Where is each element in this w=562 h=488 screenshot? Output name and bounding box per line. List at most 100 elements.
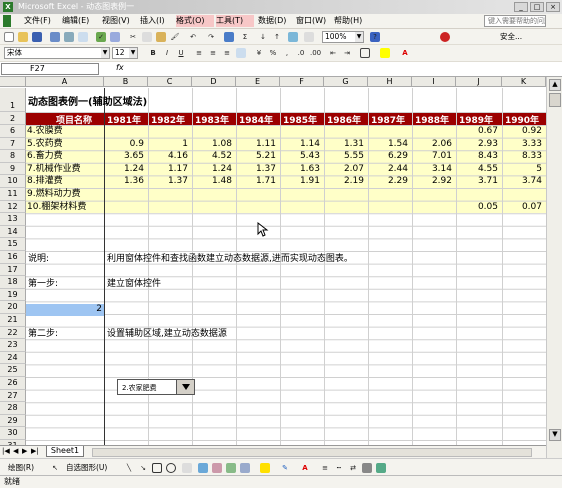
picture-icon[interactable] [240, 463, 250, 473]
value-cell[interactable]: 2.29 [368, 176, 408, 187]
item-name-cell[interactable]: 4.农膜费 [27, 126, 63, 137]
italic-button[interactable]: I [162, 48, 172, 58]
redo-icon[interactable]: ↷ [206, 32, 216, 42]
value-cell[interactable]: 4.55 [456, 164, 498, 175]
value-cell[interactable]: 1.24 [192, 164, 232, 175]
row-header[interactable]: 29 [0, 414, 26, 428]
col-header-f[interactable]: F [280, 77, 324, 87]
line-color-icon[interactable]: ✎ [280, 463, 290, 473]
help-search-input[interactable]: 键入需要帮助的问题 [484, 15, 546, 27]
autosum-icon[interactable]: Σ [240, 32, 250, 42]
value-cell[interactable]: 5.55 [324, 151, 364, 162]
value-cell[interactable]: 5.21 [236, 151, 276, 162]
item-name-cell[interactable]: 8.排灌费 [27, 176, 63, 187]
col-header-a[interactable]: A [26, 77, 104, 87]
menu-insert[interactable]: 插入(I) [140, 15, 165, 27]
horizontal-scrollbar[interactable] [92, 448, 532, 457]
value-cell[interactable]: 1.17 [148, 164, 188, 175]
col-header-b[interactable]: B [104, 77, 148, 87]
menu-window[interactable]: 窗口(W) [296, 15, 326, 27]
first-sheet-icon[interactable]: |◀ [2, 447, 10, 455]
row-header[interactable]: 1 [0, 88, 26, 112]
row-header[interactable]: 12 [0, 200, 26, 214]
col-header-k[interactable]: K [502, 77, 546, 87]
row-header[interactable]: 11 [0, 188, 26, 201]
fx-icon[interactable]: fx [116, 63, 124, 72]
align-right-icon[interactable]: ≡ [222, 48, 232, 58]
fill-color-icon[interactable] [260, 463, 270, 473]
save-icon[interactable] [32, 32, 42, 42]
value-cell[interactable]: 0.07 [502, 202, 542, 213]
value-cell[interactable]: 1.14 [280, 139, 320, 150]
value-cell[interactable]: 0.05 [456, 202, 498, 213]
align-left-icon[interactable]: ≡ [194, 48, 204, 58]
row-header[interactable]: 16 [0, 251, 26, 264]
item-dropdown[interactable]: 2.农家肥费 [117, 379, 195, 395]
prev-sheet-icon[interactable]: ◀ [13, 447, 18, 455]
row-header[interactable]: 7 [0, 137, 26, 151]
value-cell[interactable]: 8.33 [502, 151, 542, 162]
row-header[interactable]: 28 [0, 402, 26, 415]
value-cell[interactable]: 1.36 [104, 176, 144, 187]
chart-wizard-icon[interactable] [288, 32, 298, 42]
draw-menu-button[interactable]: 绘图(R) [8, 462, 34, 474]
value-cell[interactable]: 7.01 [412, 151, 452, 162]
stop-icon[interactable] [440, 32, 450, 42]
dash-style-icon[interactable]: ┅ [334, 463, 344, 473]
value-cell[interactable]: 1.48 [192, 176, 232, 187]
value-cell[interactable]: 3.33 [502, 139, 542, 150]
select-all-corner[interactable] [0, 77, 26, 87]
percent-icon[interactable]: % [268, 48, 278, 58]
format-painter-icon[interactable]: 🖌 [170, 32, 180, 42]
borders-icon[interactable] [360, 48, 370, 58]
decrease-decimal-icon[interactable]: .00 [310, 48, 321, 58]
print-preview-icon[interactable] [78, 32, 88, 42]
security-button[interactable]: 安全... [500, 31, 522, 43]
row-header[interactable]: 18 [0, 276, 26, 289]
textbox-icon[interactable] [182, 463, 192, 473]
value-cell[interactable]: 6.29 [368, 151, 408, 162]
value-cell[interactable]: 1.91 [280, 176, 320, 187]
line-icon[interactable]: ╲ [124, 463, 134, 473]
line-style-icon[interactable]: ≡ [320, 463, 330, 473]
increase-indent-icon[interactable]: ⇥ [342, 48, 352, 58]
col-header-c[interactable]: C [148, 77, 192, 87]
value-cell[interactable]: 5 [502, 164, 542, 175]
value-cell[interactable]: 2.07 [324, 164, 364, 175]
value-cell[interactable]: 1.37 [148, 176, 188, 187]
menu-format[interactable]: 格式(O) [176, 15, 214, 27]
wordart-icon[interactable] [198, 463, 208, 473]
close-button[interactable]: × [546, 2, 560, 12]
menu-data[interactable]: 数据(D) [258, 15, 286, 27]
col-header-i[interactable]: I [412, 77, 456, 87]
formula-input[interactable] [130, 63, 560, 75]
fill-color-icon[interactable] [380, 48, 390, 58]
item-name-cell[interactable]: 10.棚架材料费 [27, 202, 86, 213]
value-cell[interactable]: 1.37 [236, 164, 276, 175]
print-icon[interactable] [64, 32, 74, 42]
menu-file[interactable]: 文件(F) [24, 15, 51, 27]
scroll-up-icon[interactable]: ▲ [549, 79, 561, 91]
cut-icon[interactable]: ✂ [128, 32, 138, 42]
scroll-thumb[interactable] [549, 93, 561, 107]
autoshapes-button[interactable]: 自选图形(U) [66, 462, 107, 474]
font-color-icon[interactable]: A [400, 48, 410, 58]
item-name-cell[interactable]: 6.畜力费 [27, 151, 63, 162]
cell-a20[interactable]: 2 [28, 304, 102, 315]
row-header[interactable]: 20 [0, 301, 26, 314]
value-cell[interactable]: 1.31 [324, 139, 364, 150]
spelling-icon[interactable]: ✓ [96, 32, 106, 42]
underline-button[interactable]: U [176, 48, 186, 58]
maximize-button[interactable]: □ [530, 2, 544, 12]
row-header[interactable]: 30 [0, 427, 26, 440]
row-header[interactable]: 8 [0, 150, 26, 163]
item-name-cell[interactable]: 7.机械作业费 [27, 164, 81, 175]
row-header[interactable]: 24 [0, 351, 26, 365]
value-cell[interactable]: 1.54 [368, 139, 408, 150]
value-cell[interactable]: 1.08 [192, 139, 232, 150]
value-cell[interactable]: 4.16 [148, 151, 188, 162]
arrow-icon[interactable]: ↘ [138, 463, 148, 473]
row-header[interactable]: 26 [0, 377, 26, 390]
sort-descending-icon[interactable]: ↑ [272, 32, 282, 42]
diagram-icon[interactable] [212, 463, 222, 473]
